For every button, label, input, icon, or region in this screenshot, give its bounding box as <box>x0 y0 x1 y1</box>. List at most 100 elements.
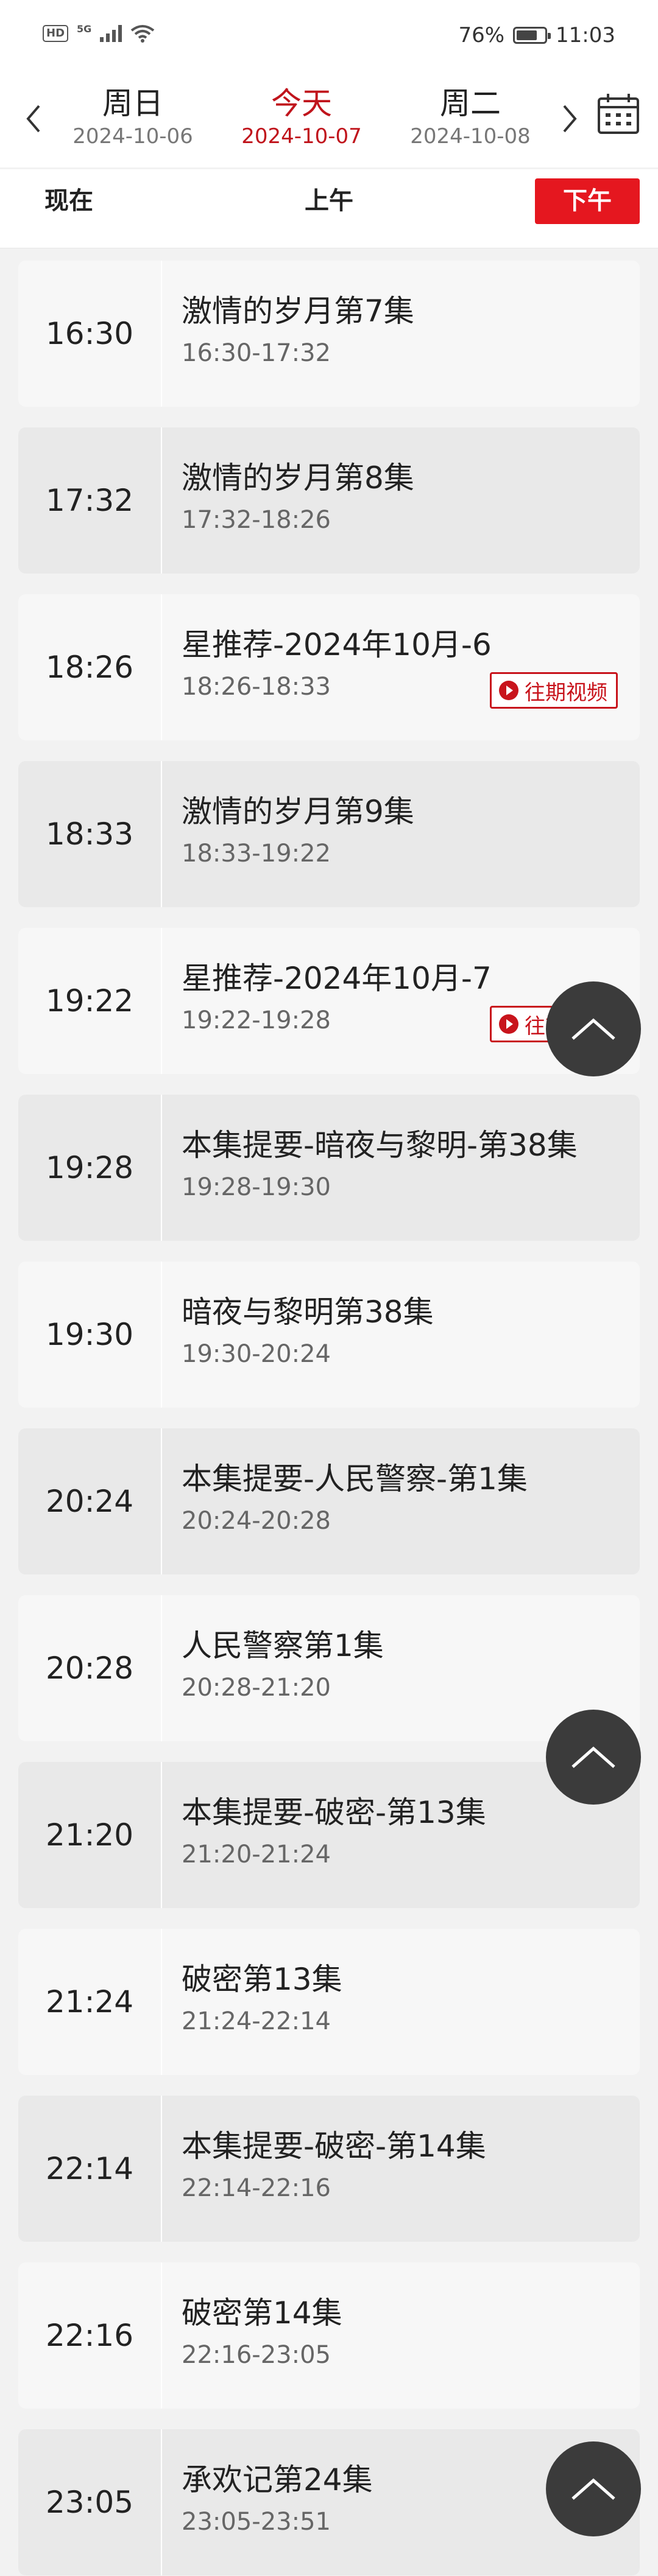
prev-day-button[interactable] <box>15 97 52 140</box>
program-time-range: 17:32-18:26 <box>182 506 331 534</box>
program-start-time: 17:32 <box>18 427 162 574</box>
chevron-up-icon <box>571 2478 615 2500</box>
program-time-range: 19:30-20:24 <box>182 1340 331 1368</box>
program-info: 激情的岁月第7集 16:30-17:32 <box>162 261 640 407</box>
program-row[interactable]: 19:28 本集提要-暗夜与黎明-第38集 19:28-19:30 <box>18 1095 640 1241</box>
program-start-time: 20:28 <box>18 1595 162 1741</box>
program-time-range: 21:20-21:24 <box>182 1841 331 1869</box>
day-name: 今天 <box>271 86 332 121</box>
program-row[interactable]: 16:30 激情的岁月第7集 16:30-17:32 <box>18 261 640 407</box>
program-start-time: 19:22 <box>18 928 162 1074</box>
program-time-range: 16:30-17:32 <box>182 339 331 367</box>
chevron-left-icon <box>26 105 40 133</box>
day-date: 2024-10-07 <box>241 124 362 149</box>
network-type: 5G <box>77 23 92 35</box>
program-info: 暗夜与黎明第38集 19:30-20:24 <box>162 1262 640 1408</box>
day-tab-tuesday[interactable]: 周二 2024-10-08 <box>391 84 550 150</box>
replay-label: 往期视频 <box>525 680 607 705</box>
program-start-time: 19:30 <box>18 1262 162 1408</box>
program-start-time: 20:24 <box>18 1428 162 1574</box>
chevron-up-icon <box>571 1018 615 1040</box>
program-title: 激情的岁月第8集 <box>182 460 414 496</box>
program-start-time: 22:14 <box>18 2096 162 2242</box>
program-title: 暗夜与黎明第38集 <box>182 1294 434 1330</box>
program-title: 星推荐-2024年10月-6 <box>182 627 492 662</box>
wifi-icon <box>131 25 155 43</box>
program-title: 破密第14集 <box>182 2295 342 2331</box>
program-start-time: 21:20 <box>18 1762 162 1908</box>
scroll-top-button[interactable] <box>546 1710 641 1805</box>
program-row[interactable]: 20:28 人民警察第1集 20:28-21:20 <box>18 1595 640 1741</box>
program-row[interactable]: 22:16 破密第14集 22:16-23:05 <box>18 2262 640 2409</box>
program-row[interactable]: 22:14 本集提要-破密-第14集 22:14-22:16 <box>18 2096 640 2242</box>
program-info: 破密第14集 22:16-23:05 <box>162 2262 640 2409</box>
day-date: 2024-10-06 <box>73 124 193 149</box>
program-start-time: 22:16 <box>18 2262 162 2409</box>
day-date: 2024-10-08 <box>410 124 531 149</box>
program-info: 本集提要-破密-第14集 22:14-22:16 <box>162 2096 640 2242</box>
tab-afternoon[interactable]: 下午 <box>535 178 640 224</box>
program-info: 破密第13集 21:24-22:14 <box>162 1929 640 2075</box>
program-row[interactable]: 23:05 承欢记第24集 23:05-23:51 <box>18 2429 640 2575</box>
program-time-range: 18:33-19:22 <box>182 840 331 868</box>
period-tabs: 现在 上午 下午 <box>0 169 658 248</box>
program-row[interactable]: 18:33 激情的岁月第9集 18:33-19:22 <box>18 761 640 907</box>
program-row[interactable]: 20:24 本集提要-人民警察-第1集 20:24-20:28 <box>18 1428 640 1574</box>
program-list: 16:30 激情的岁月第7集 16:30-17:32 17:32 激情的岁月第8集 17:… <box>18 261 640 2576</box>
program-time-range: 21:24-22:14 <box>182 2007 331 2035</box>
calendar-icon[interactable] <box>596 91 641 136</box>
program-row[interactable]: 19:22星推荐-2024年10月-719:22-19:28往期视频 <box>18 928 640 1074</box>
program-title: 本集提要-暗夜与黎明-第38集 <box>182 1128 578 1163</box>
day-name: 周日 <box>102 86 163 121</box>
program-time-range: 22:16-23:05 <box>182 2341 331 2369</box>
program-row[interactable]: 21:24 破密第13集 21:24-22:14 <box>18 1929 640 2075</box>
program-row[interactable]: 18:26 星推荐-2024年10月-6 18:26-18:33 往期视频 <box>18 594 640 740</box>
tab-morning[interactable]: 上午 <box>277 178 381 224</box>
program-info: 激情的岁月第9集 18:33-19:22 <box>162 761 640 907</box>
status-right: 76% 11:03 <box>458 23 615 47</box>
program-row[interactable]: 21:20 本集提要-破密-第13集 21:20-21:24 <box>18 1762 640 1908</box>
clock: 11:03 <box>556 23 615 47</box>
program-start-time: 19:28 <box>18 1095 162 1241</box>
program-title: 人民警察第1集 <box>182 1628 384 1663</box>
program-time-range: 20:24-20:28 <box>182 1507 331 1535</box>
replay-video-button[interactable]: 往期视频 <box>490 672 618 709</box>
signal-icon <box>100 25 122 42</box>
program-info: 激情的岁月第8集 17:32-18:26 <box>162 427 640 574</box>
program-row[interactable]: 19:30 暗夜与黎明第38集 19:30-20:24 <box>18 1262 640 1408</box>
program-start-time: 23:05 <box>18 2429 162 2575</box>
program-title: 本集提要-破密-第14集 <box>182 2129 486 2164</box>
program-start-time: 21:24 <box>18 1929 162 2075</box>
tab-now[interactable]: 现在 <box>29 178 108 224</box>
scroll-top-button[interactable] <box>546 2441 641 2536</box>
program-time-range: 19:28-19:30 <box>182 1173 331 1201</box>
program-title: 激情的岁月第9集 <box>182 794 414 829</box>
program-start-time: 16:30 <box>18 261 162 407</box>
program-title: 破密第13集 <box>182 1962 342 1997</box>
chevron-up-icon <box>571 1746 615 1768</box>
program-title: 本集提要-人民警察-第1集 <box>182 1461 528 1497</box>
program-info: 本集提要-人民警察-第1集 20:24-20:28 <box>162 1428 640 1574</box>
status-left: HD 5G <box>43 23 155 43</box>
date-nav: 周日 2024-10-06 今天 2024-10-07 周二 2024-10-0… <box>0 73 658 167</box>
day-name: 周二 <box>440 86 501 121</box>
status-bar: HD 5G 76% 11:03 <box>0 0 658 73</box>
battery-percent: 76% <box>458 23 505 47</box>
play-icon <box>499 681 518 700</box>
next-day-button[interactable] <box>551 97 588 140</box>
day-tab-sunday[interactable]: 周日 2024-10-06 <box>54 84 212 150</box>
program-time-range: 22:14-22:16 <box>182 2174 331 2202</box>
program-info: 星推荐-2024年10月-6 18:26-18:33 <box>162 594 640 740</box>
play-icon <box>499 1014 518 1034</box>
program-title: 激情的岁月第7集 <box>182 293 414 329</box>
program-start-time: 18:26 <box>18 594 162 740</box>
program-info: 本集提要-暗夜与黎明-第38集 19:28-19:30 <box>162 1095 640 1241</box>
program-start-time: 18:33 <box>18 761 162 907</box>
program-time-range: 20:28-21:20 <box>182 1674 331 1702</box>
scroll-top-button[interactable] <box>546 981 641 1076</box>
hd-badge: HD <box>43 25 69 42</box>
battery-icon <box>513 27 551 44</box>
chevron-right-icon <box>563 105 577 133</box>
program-row[interactable]: 17:32 激情的岁月第8集 17:32-18:26 <box>18 427 640 574</box>
day-tab-today[interactable]: 今天 2024-10-07 <box>222 84 381 150</box>
